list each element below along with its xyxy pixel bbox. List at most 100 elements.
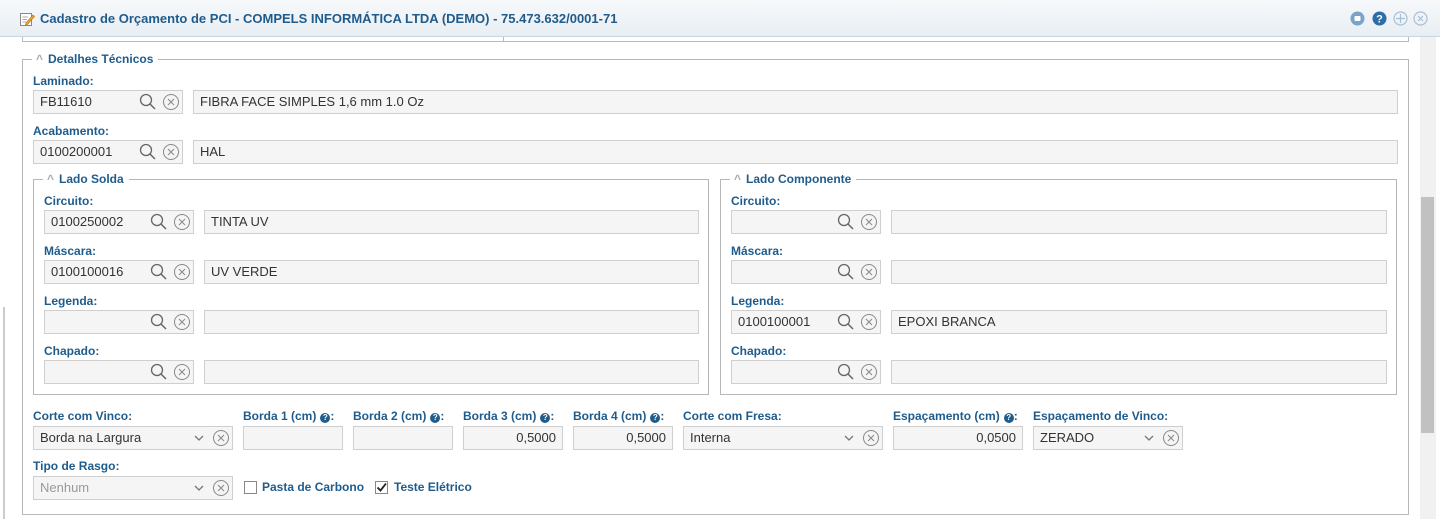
espacamento-input[interactable]: 0,0500 <box>893 426 1023 450</box>
borda4-label: Borda 4 (cm)?: <box>573 409 665 423</box>
laminado-label: Laminado: <box>33 74 94 88</box>
acabamento-code-input[interactable]: 0100200001 <box>33 140 183 164</box>
comp-legenda-code-input[interactable]: 0100100001 <box>731 310 881 334</box>
clear-icon[interactable] <box>862 429 880 447</box>
borda2-input[interactable] <box>353 426 453 450</box>
espacamento-label-text: Espaçamento (cm) <box>893 409 1000 423</box>
clear-icon[interactable] <box>173 213 191 231</box>
clear-icon[interactable] <box>162 143 180 161</box>
help-icon[interactable]: ? <box>1372 11 1387 26</box>
borda4-input[interactable]: 0,5000 <box>573 426 673 450</box>
help-icon[interactable]: ? <box>320 413 331 423</box>
laminado-code-input[interactable]: FB11610 <box>33 90 183 114</box>
solda-mascara-code-input[interactable]: 0100100016 <box>44 260 194 284</box>
search-icon[interactable] <box>150 263 168 281</box>
comp-circuito-label: Circuito: <box>731 194 781 208</box>
solda-legenda-code-input[interactable] <box>44 310 194 334</box>
scroll-thumb[interactable] <box>1421 197 1434 433</box>
search-icon[interactable] <box>150 213 168 231</box>
comp-legenda-label: Legenda: <box>731 294 785 308</box>
chevron-down-icon[interactable] <box>190 429 208 447</box>
pasta-carbono-checkbox[interactable] <box>244 481 257 494</box>
move-icon[interactable] <box>1393 11 1408 26</box>
window-title: Cadastro de Orçamento de PCI - COMPELS I… <box>40 11 618 26</box>
lado-solda-legend[interactable]: ^ Lado Solda <box>43 172 129 186</box>
borda3-label: Borda 3 (cm)?: <box>463 409 555 423</box>
left-border <box>3 307 5 519</box>
teste-eletrico-checkbox[interactable] <box>375 481 388 494</box>
borda3-input[interactable]: 0,5000 <box>463 426 563 450</box>
minimize-icon[interactable] <box>1350 11 1365 26</box>
corte-fresa-label: Corte com Fresa: <box>683 409 782 423</box>
comp-circuito-code-input[interactable] <box>731 210 881 234</box>
checkmark-icon <box>376 482 387 492</box>
borda4-label-text: Borda 4 (cm) <box>573 409 647 423</box>
search-icon[interactable] <box>837 213 855 231</box>
clear-icon[interactable] <box>1162 429 1180 447</box>
help-icon[interactable]: ? <box>430 413 441 423</box>
borda1-label-text: Borda 1 (cm) <box>243 409 317 423</box>
solda-chapado-code-input[interactable] <box>44 360 194 384</box>
clear-icon[interactable] <box>173 363 191 381</box>
clear-icon[interactable] <box>860 213 878 231</box>
clear-icon[interactable] <box>212 429 230 447</box>
borda3-label-text: Borda 3 (cm) <box>463 409 537 423</box>
borda2-label-text: Borda 2 (cm) <box>353 409 427 423</box>
clear-icon[interactable] <box>212 479 230 497</box>
help-icon[interactable]: ? <box>650 413 661 423</box>
chevron-down-icon[interactable] <box>1140 429 1158 447</box>
comp-chapado-desc-field <box>891 360 1387 384</box>
tab-divider <box>503 37 504 41</box>
search-icon[interactable] <box>837 363 855 381</box>
comp-mascara-desc-field <box>891 260 1387 284</box>
search-icon[interactable] <box>837 263 855 281</box>
solda-chapado-desc-field <box>204 360 699 384</box>
clear-icon[interactable] <box>860 363 878 381</box>
lado-solda-legend-text: Lado Solda <box>59 172 124 186</box>
espacamento-vinco-select[interactable]: ZERADO <box>1033 426 1183 450</box>
acabamento-label: Acabamento: <box>33 124 110 138</box>
borda1-label: Borda 1 (cm)?: <box>243 409 335 423</box>
search-icon[interactable] <box>150 313 168 331</box>
borda1-input[interactable] <box>243 426 343 450</box>
pasta-carbono-label[interactable]: Pasta de Carbono <box>262 480 364 494</box>
borda2-label: Borda 2 (cm)?: <box>353 409 445 423</box>
vertical-scrollbar[interactable] <box>1420 37 1436 519</box>
clear-icon[interactable] <box>860 263 878 281</box>
clear-icon[interactable] <box>173 263 191 281</box>
help-icon[interactable]: ? <box>540 413 551 423</box>
solda-circuito-code-input[interactable]: 0100250002 <box>44 210 194 234</box>
collapse-chevron-icon: ^ <box>734 172 742 186</box>
comp-legenda-desc-field: EPOXI BRANCA <box>891 310 1387 334</box>
chevron-down-icon[interactable] <box>840 429 858 447</box>
clear-icon[interactable] <box>173 313 191 331</box>
close-icon[interactable] <box>1413 11 1428 26</box>
window-titlebar: Cadastro de Orçamento de PCI - COMPELS I… <box>0 0 1440 37</box>
solda-legenda-label: Legenda: <box>44 294 98 308</box>
search-icon[interactable] <box>837 313 855 331</box>
comp-chapado-code-input[interactable] <box>731 360 881 384</box>
teste-eletrico-label[interactable]: Teste Elétrico <box>394 480 472 494</box>
comp-mascara-code-input[interactable] <box>731 260 881 284</box>
solda-circuito-desc-field: TINTA UV <box>204 210 699 234</box>
solda-mascara-label: Máscara: <box>44 244 97 258</box>
clear-icon[interactable] <box>162 93 180 111</box>
solda-legenda-desc-field <box>204 310 699 334</box>
clear-icon[interactable] <box>860 313 878 331</box>
detalhes-legend-text: Detalhes Técnicos <box>48 52 154 66</box>
search-icon[interactable] <box>139 93 157 111</box>
search-icon[interactable] <box>139 143 157 161</box>
comp-circuito-desc-field <box>891 210 1387 234</box>
help-icon[interactable]: ? <box>1003 413 1014 423</box>
svg-text:?: ? <box>1376 14 1383 26</box>
corte-vinco-label: Corte com Vinco: <box>33 409 133 423</box>
comp-mascara-label: Máscara: <box>731 244 784 258</box>
edit-icon <box>20 13 35 26</box>
search-icon[interactable] <box>150 363 168 381</box>
solda-mascara-desc-field: UV VERDE <box>204 260 699 284</box>
detalhes-legend[interactable]: ^ Detalhes Técnicos <box>32 52 159 66</box>
solda-chapado-label: Chapado: <box>44 344 100 358</box>
laminado-desc-field: FIBRA FACE SIMPLES 1,6 mm 1.0 Oz <box>193 90 1398 114</box>
lado-componente-legend[interactable]: ^ Lado Componente <box>730 172 857 186</box>
chevron-down-icon[interactable] <box>190 479 208 497</box>
